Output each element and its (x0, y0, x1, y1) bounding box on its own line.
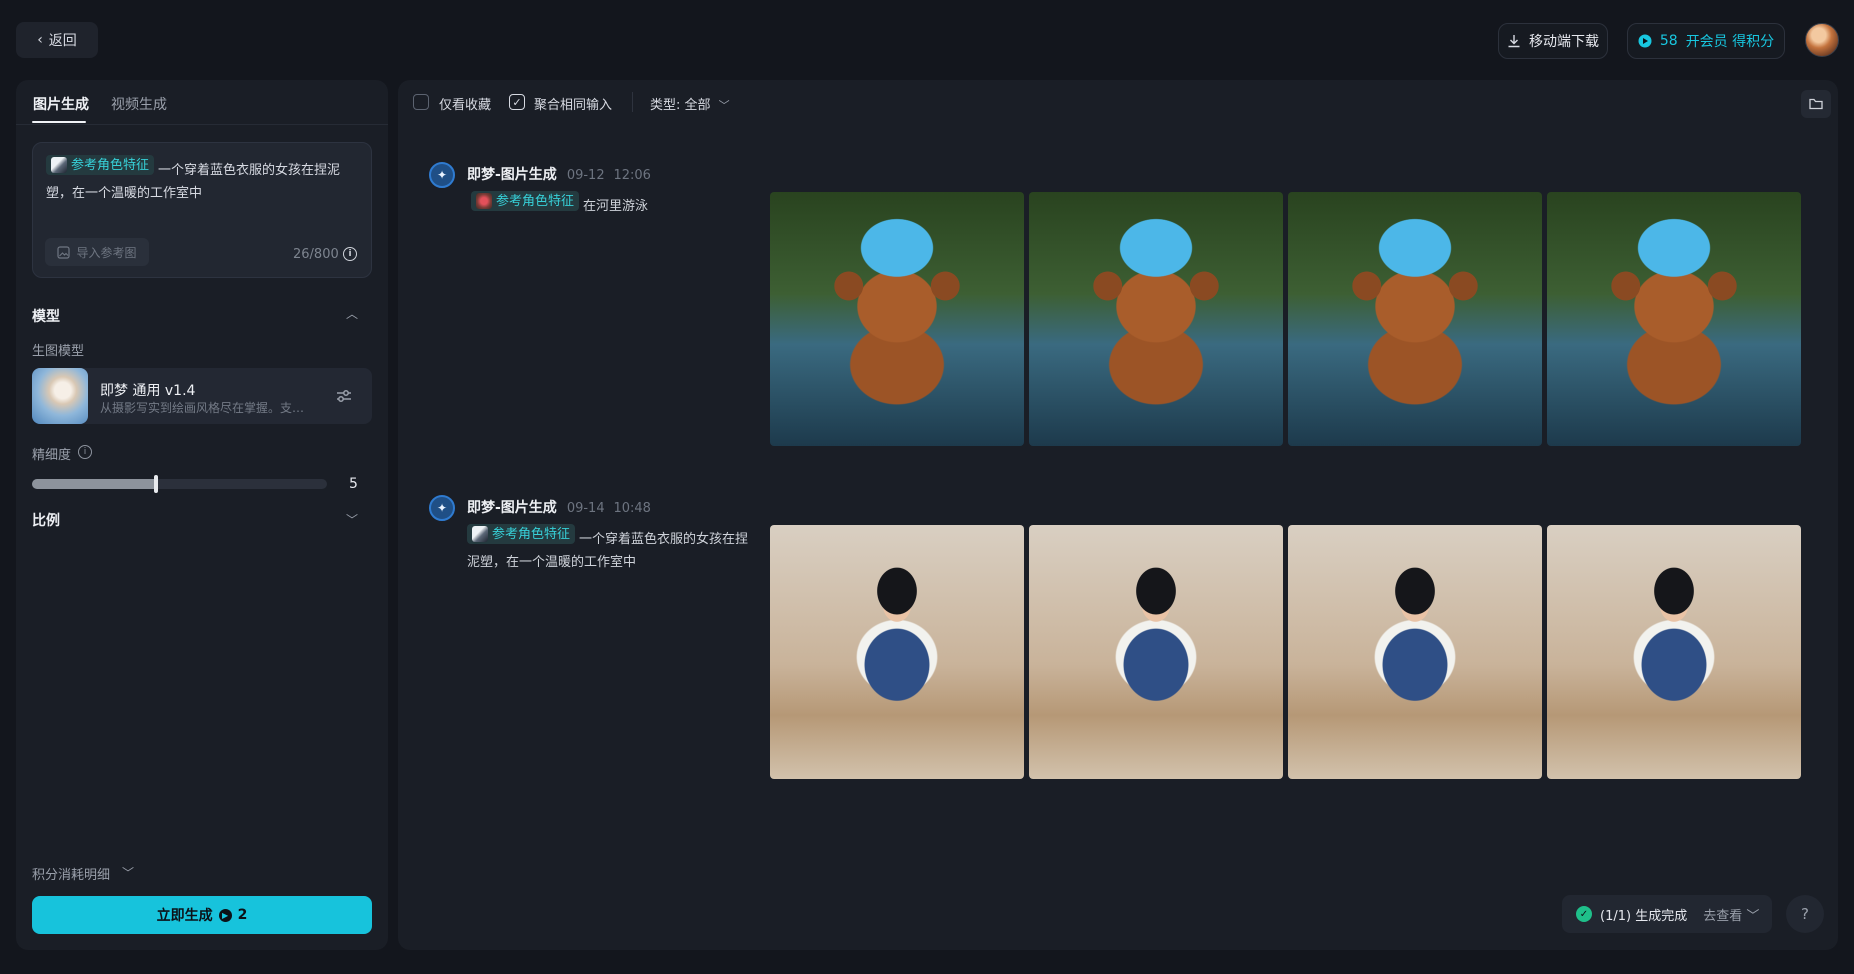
generated-image[interactable] (1288, 525, 1542, 779)
favorites-only-checkbox[interactable] (413, 94, 429, 110)
generated-image[interactable] (1547, 525, 1801, 779)
type-filter-dropdown[interactable]: 类型: 全部 ﹀ (650, 94, 730, 113)
chevron-down-icon[interactable]: ﹀ (346, 511, 358, 528)
generation-prompt-text: 在河里游泳 (583, 199, 649, 214)
points-count: 58 (1659, 33, 1678, 49)
folder-icon (1809, 98, 1823, 110)
back-label: 返回 (48, 33, 77, 49)
tab-image-generation[interactable]: 图片生成 (33, 94, 89, 114)
reference-thumbnail (51, 157, 67, 173)
character-count: 26/800 (293, 247, 339, 262)
membership-cta[interactable]: 开会员 得积分 (1686, 31, 1774, 51)
model-thumbnail (32, 368, 88, 424)
ratio-section-title: 比例 (32, 513, 60, 529)
view-results-label: 去查看 (1703, 908, 1743, 924)
generation-model-label: 生图模型 (32, 344, 85, 359)
type-filter-label: 类型: 全部 (650, 98, 711, 113)
favorites-only-label[interactable]: 仅看收藏 (439, 94, 491, 113)
fineness-label: 精细度 (32, 448, 72, 463)
generation-time: 10:48 (613, 501, 651, 516)
model-name: 即梦 通用 v1.4 (100, 383, 196, 399)
merge-inputs-label[interactable]: 聚合相同输入 (534, 94, 612, 113)
tab-video-generation[interactable]: 视频生成 (111, 94, 167, 114)
jimeng-bot-icon: ✦ (429, 162, 455, 188)
image-icon (57, 245, 71, 259)
help-button[interactable]: ? (1786, 895, 1824, 933)
settings-sliders-icon[interactable] (334, 386, 354, 406)
active-tab-indicator (32, 121, 86, 123)
reference-character-chip[interactable]: 参考角色特征 (467, 524, 576, 544)
generation-title-text: 即梦-图片生成 (467, 167, 557, 183)
toolbar-divider (632, 92, 633, 112)
fineness-slider-handle[interactable] (154, 475, 158, 493)
status-text: (1/1) 生成完成 (1600, 908, 1688, 924)
points-coin-icon (1638, 34, 1652, 48)
generation-title: 即梦-图片生成 09-14 10:48 (467, 497, 651, 517)
merge-inputs-checkbox[interactable]: ✓ (509, 94, 525, 110)
info-icon[interactable]: i (343, 247, 357, 261)
jimeng-bot-icon: ✦ (429, 495, 455, 521)
model-section-title: 模型 (32, 309, 60, 325)
generate-label: 立即生成 (156, 908, 213, 924)
generated-image[interactable] (1547, 192, 1801, 446)
fineness-value: 5 (349, 476, 358, 492)
chevron-down-icon[interactable]: ﹀ (122, 864, 134, 881)
reference-character-chip[interactable]: 参考角色特征 (471, 191, 580, 211)
generation-time: 12:06 (613, 168, 651, 183)
generate-button[interactable]: 立即生成 ▶ 2 (32, 896, 372, 934)
points-coin-icon: ▶ (218, 908, 232, 922)
reference-chip-label: 参考角色特征 (492, 526, 571, 542)
prompt-text[interactable]: 参考角色特征 一个穿着蓝色衣服的女孩在捏泥塑，在一个温暖的工作室中 (46, 155, 356, 205)
fineness-slider-fill (32, 479, 156, 489)
download-icon (1508, 35, 1520, 48)
import-label: 导入参考图 (76, 245, 137, 260)
generation-prompt: 参考角色特征 一个穿着蓝色衣服的女孩在捏泥塑，在一个温暖的工作室中 (467, 524, 752, 574)
generated-image[interactable] (1288, 192, 1542, 446)
reference-thumbnail (476, 193, 492, 209)
chevron-up-icon[interactable]: ︿ (346, 305, 358, 322)
reference-thumbnail (472, 526, 488, 542)
fineness-info-icon[interactable]: i (78, 445, 92, 459)
help-icon: ? (1801, 905, 1809, 923)
generated-image[interactable] (1029, 525, 1283, 779)
chevron-down-icon: ﹀ (718, 99, 730, 112)
reference-chip-label: 参考角色特征 (496, 193, 575, 209)
tab-divider (16, 124, 388, 125)
points-cost-detail[interactable]: 积分消耗明细 (32, 864, 110, 883)
model-description: 从摄影写实到绘画风格尽在掌握。支… (100, 401, 305, 415)
mobile-download-button[interactable]: 移动端下载 (1498, 23, 1608, 59)
view-results-link[interactable]: 去查看 ﹀ (1703, 905, 1759, 924)
back-button[interactable]: ‹ 返回 (16, 22, 98, 58)
check-circle-icon: ✓ (1576, 906, 1592, 922)
chevron-left-icon: ‹ (37, 32, 43, 48)
generation-status[interactable]: ✓ (1/1) 生成完成 去查看 ﹀ (1562, 895, 1772, 933)
folder-button[interactable] (1801, 90, 1831, 118)
generation-prompt: 参考角色特征 在河里游泳 (471, 191, 751, 218)
generation-date: 09-12 (566, 168, 605, 183)
generate-cost: 2 (237, 907, 248, 923)
generation-date: 09-14 (566, 501, 605, 516)
points-pill[interactable]: 58 开会员 得积分 (1627, 23, 1785, 59)
user-avatar[interactable] (1805, 23, 1839, 57)
reference-chip-label: 参考角色特征 (71, 157, 150, 173)
import-reference-button[interactable]: 导入参考图 (45, 238, 149, 266)
generated-image[interactable] (770, 525, 1024, 779)
generation-title: 即梦-图片生成 09-12 12:06 (467, 164, 651, 184)
generated-image[interactable] (1029, 192, 1283, 446)
download-label: 移动端下载 (1529, 34, 1599, 50)
generated-image[interactable] (770, 192, 1024, 446)
generation-title-text: 即梦-图片生成 (467, 500, 557, 516)
reference-character-chip[interactable]: 参考角色特征 (46, 155, 155, 175)
